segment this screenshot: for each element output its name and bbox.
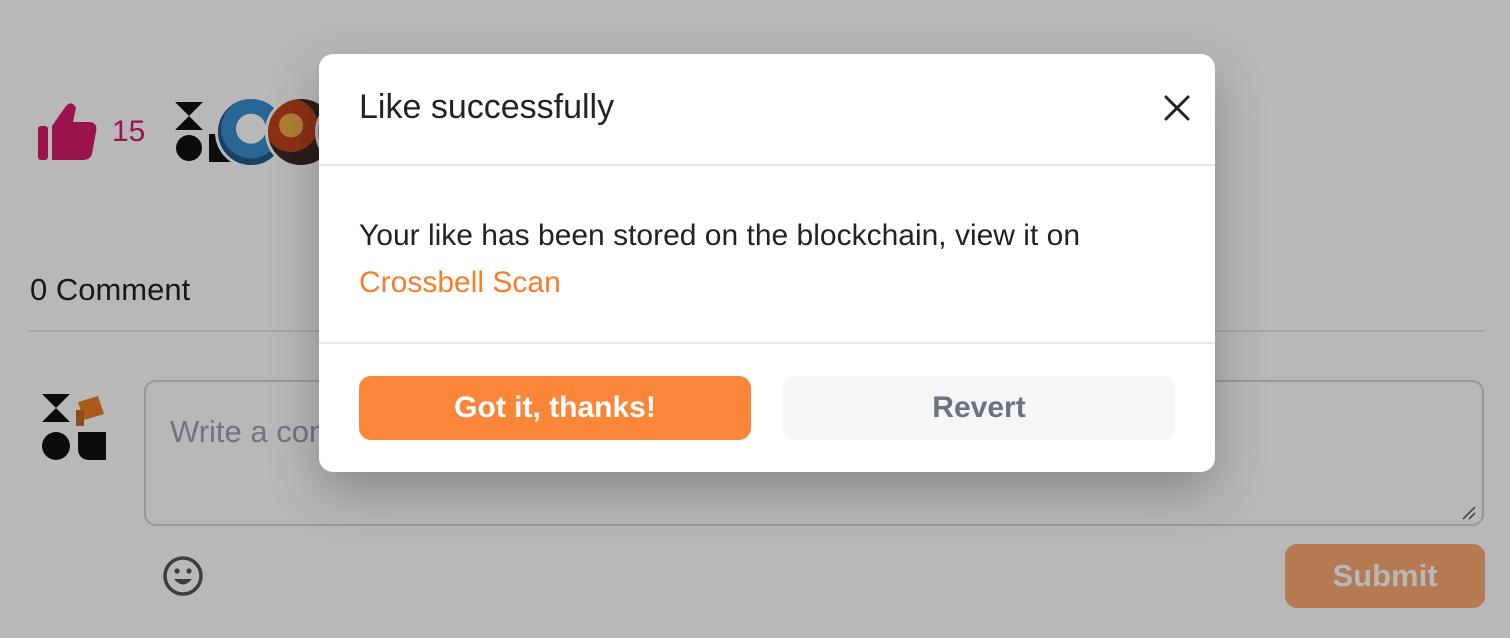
dialog-header: Like successfully — [319, 54, 1215, 166]
like-success-dialog: Like successfully Your like has been sto… — [319, 54, 1215, 472]
dialog-footer: Got it, thanks! Revert — [319, 344, 1215, 470]
dialog-message: Your like has been stored on the blockch… — [359, 219, 1081, 252]
crossbell-scan-link[interactable]: Crossbell Scan — [359, 266, 561, 299]
dialog-title: Like successfully — [359, 88, 615, 126]
dialog-body: Your like has been stored on the blockch… — [319, 166, 1215, 344]
close-icon[interactable] — [1161, 92, 1193, 124]
revert-button[interactable]: Revert — [783, 376, 1175, 440]
post-page: 15 0 Comment Write a comment... Submit L… — [0, 0, 1510, 638]
got-it-button[interactable]: Got it, thanks! — [359, 376, 751, 440]
